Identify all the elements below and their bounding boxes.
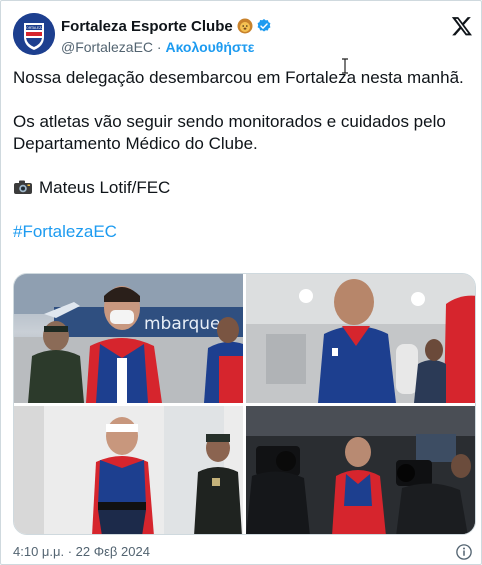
handle[interactable]: @FortalezaEC	[61, 39, 153, 55]
author-names: Fortaleza Esporte Clube @FortalezaEC · Α…	[61, 16, 272, 57]
tweet-text-line2: Os atletas vão seguir sendo monitorados …	[13, 112, 446, 153]
timestamp[interactable]: 4:10 μ.μ. · 22 Φεβ 2024	[13, 544, 150, 559]
lion-emoji-icon	[237, 18, 253, 34]
photo-2[interactable]	[246, 274, 475, 403]
photo-1[interactable]: mbarque	[14, 274, 243, 403]
photo-3[interactable]	[14, 406, 243, 534]
photo-credit-text: Mateus Lotif/FEC	[39, 178, 171, 197]
separator: ·	[153, 39, 166, 55]
photo1-sign: mbarque	[144, 314, 220, 334]
verified-badge-icon	[257, 19, 271, 32]
display-name[interactable]: Fortaleza Esporte Clube	[61, 18, 233, 35]
camera-icon	[14, 180, 32, 194]
tweet-footer: 4:10 μ.μ. · 22 Φεβ 2024	[13, 542, 473, 562]
avatar-text: FORTALEZA	[24, 26, 44, 30]
x-logo-icon[interactable]	[451, 15, 473, 37]
tweet-text-line1: Nossa delegação desembarcou em Fortaleza…	[13, 68, 464, 87]
info-icon[interactable]	[455, 543, 473, 561]
media-grid: mbarque	[13, 273, 476, 535]
photo-4[interactable]	[246, 406, 475, 534]
follow-link[interactable]: Ακολουθήστε	[165, 39, 254, 55]
photo-credit: Mateus Lotif/FEC	[13, 177, 473, 199]
tweet-text: Nossa delegação desembarcou em Fortaleza…	[13, 67, 473, 243]
tweet-header: FORTALEZA Fortaleza Esporte Clube @Forta…	[13, 13, 473, 57]
handle-row: @FortalezaEC · Ακολουθήστε	[61, 37, 272, 57]
hashtag-link[interactable]: #FortalezaEC	[13, 222, 117, 241]
avatar[interactable]: FORTALEZA	[13, 13, 55, 55]
tweet-card: FORTALEZA Fortaleza Esporte Clube @Forta…	[0, 0, 482, 565]
